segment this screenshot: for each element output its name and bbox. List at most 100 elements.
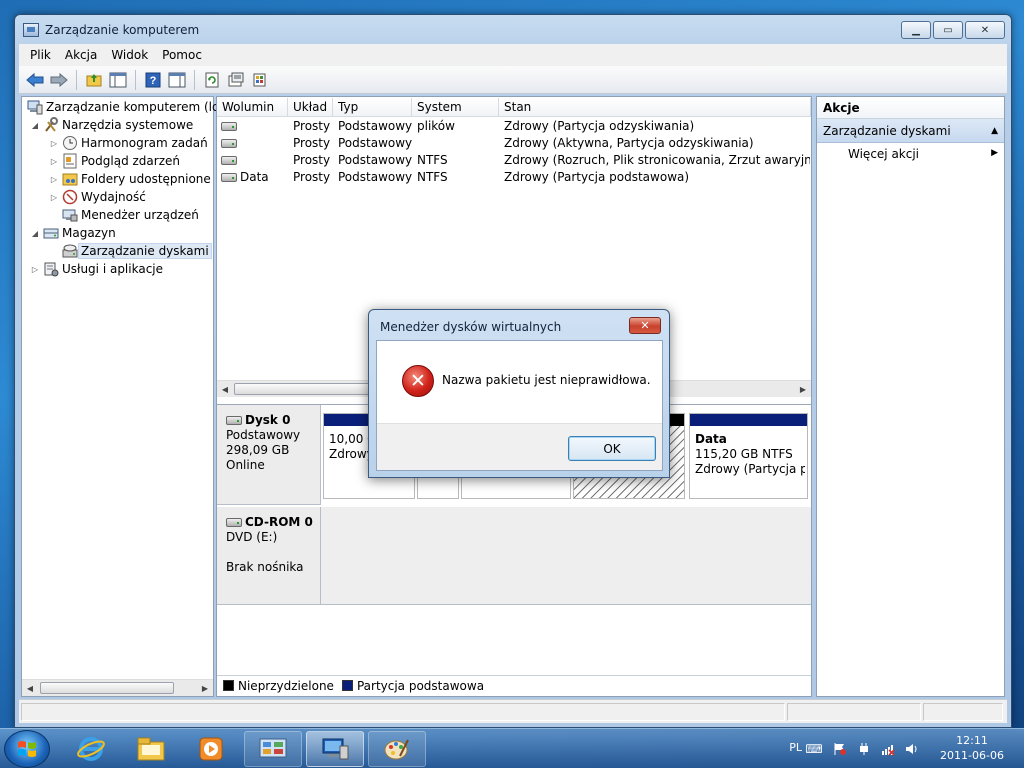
dialog-close-button[interactable]: ✕ bbox=[629, 317, 661, 334]
expand-arrow-icon[interactable]: ▷ bbox=[49, 139, 59, 148]
unallocated-swatch bbox=[223, 680, 234, 691]
tree-horizontal-scrollbar[interactable]: ◀ ▶ bbox=[22, 679, 213, 696]
partition-size: 115,20 GB NTFS bbox=[695, 447, 793, 461]
maximize-button[interactable]: ▭ bbox=[933, 21, 963, 39]
language-indicator[interactable]: PL bbox=[789, 741, 802, 754]
taskbar-windows-explorer[interactable] bbox=[122, 731, 180, 767]
expand-arrow-icon[interactable]: ▷ bbox=[30, 265, 40, 274]
power-plug-icon[interactable] bbox=[856, 741, 872, 757]
column-header-volume[interactable]: Wolumin bbox=[217, 98, 288, 117]
expand-arrow-icon[interactable]: ◢ bbox=[30, 229, 40, 238]
expand-arrow-icon[interactable]: ▷ bbox=[49, 193, 59, 202]
expand-arrow-icon[interactable]: ◢ bbox=[30, 121, 40, 130]
toolbar: ? bbox=[19, 66, 1007, 94]
column-header-status[interactable]: Stan bbox=[499, 98, 811, 117]
column-header-file-system[interactable]: System plików bbox=[412, 98, 499, 133]
error-dialog: Menedżer dysków wirtualnych ✕ ✕ Nazwa pa… bbox=[368, 309, 670, 478]
disk-type: Podstawowy bbox=[226, 428, 301, 442]
submenu-arrow-icon[interactable]: ▶ bbox=[991, 148, 998, 158]
menu-help[interactable]: Pomoc bbox=[155, 48, 209, 62]
taskbar-computer-management[interactable] bbox=[306, 731, 364, 767]
tree-item-computer-management[interactable]: Zarządzanie komputerem (loka bbox=[24, 98, 233, 116]
scrollbar-thumb[interactable] bbox=[40, 682, 174, 694]
forward-icon[interactable] bbox=[49, 70, 69, 90]
layout-cell: Prosty bbox=[293, 119, 331, 133]
partition-status: Zdrowy (Partycja po bbox=[695, 462, 805, 476]
computer-management-icon bbox=[27, 99, 43, 115]
actions-section-disk-management[interactable]: Zarządzanie dyskami ▲ bbox=[817, 119, 1004, 143]
tree-item-label: Foldery udostępnione bbox=[81, 172, 211, 186]
clock[interactable]: 12:11 2011-06-06 bbox=[932, 733, 1012, 763]
partition-data[interactable]: Data 115,20 GB NTFS Zdrowy (Partycja po bbox=[689, 413, 808, 499]
menu-action[interactable]: Akcja bbox=[58, 48, 104, 62]
tree-item-event-viewer[interactable]: ▷ Podgląd zdarzeń bbox=[49, 152, 180, 170]
properties-icon[interactable] bbox=[226, 70, 246, 90]
toolbar-separator bbox=[135, 69, 136, 90]
internet-explorer-icon bbox=[77, 737, 105, 761]
tree-item-label: Usługi i aplikacje bbox=[62, 262, 164, 276]
show-hide-tree-icon[interactable] bbox=[108, 70, 128, 90]
start-button[interactable] bbox=[4, 730, 50, 768]
column-header-layout[interactable]: Układ bbox=[288, 98, 333, 117]
tree-item-label: Menedżer urządzeń bbox=[81, 208, 199, 222]
tree-item-system-tools[interactable]: ◢ Narzędzia systemowe bbox=[30, 116, 193, 134]
cdrom-area bbox=[321, 507, 811, 605]
tree-item-label: Magazyn bbox=[62, 226, 116, 240]
expand-arrow-icon[interactable]: ▷ bbox=[49, 175, 59, 184]
taskbar-control-panel[interactable] bbox=[244, 731, 302, 767]
action-center-flag-icon[interactable] bbox=[832, 741, 848, 757]
minimize-button[interactable]: ▁ bbox=[901, 21, 931, 39]
primary-partition-swatch bbox=[341, 680, 353, 691]
status-cell: Zdrowy (Aktywna, Partycja odzyskiwania) bbox=[504, 136, 754, 150]
tree-item-services-applications[interactable]: ▷ Usługi i aplikacje bbox=[30, 260, 163, 278]
services-icon bbox=[43, 261, 59, 277]
status-cell-3 bbox=[923, 703, 1003, 721]
scroll-left-arrow-icon[interactable]: ◀ bbox=[218, 381, 232, 397]
type-cell: Podstawowy bbox=[338, 119, 413, 133]
tree-item-storage[interactable]: ◢ Magazyn bbox=[30, 224, 116, 242]
scroll-right-arrow-icon[interactable]: ▶ bbox=[796, 381, 810, 397]
disk-0-label[interactable]: Dysk 0 Podstawowy 298,09 GB Online bbox=[217, 405, 321, 505]
menu-file[interactable]: Plik bbox=[23, 48, 58, 62]
back-icon[interactable] bbox=[25, 70, 45, 90]
network-icon[interactable] bbox=[880, 741, 896, 757]
show-hide-action-pane-icon[interactable] bbox=[167, 70, 187, 90]
tree-item-device-manager[interactable]: Menedżer urządzeń bbox=[59, 206, 199, 224]
scroll-right-arrow-icon[interactable]: ▶ bbox=[198, 680, 212, 696]
collapse-arrow-icon[interactable]: ▲ bbox=[991, 119, 998, 143]
up-folder-icon[interactable] bbox=[84, 70, 104, 90]
help-icon[interactable]: ? bbox=[143, 70, 163, 90]
partition-info: Data 115,20 GB NTFS Zdrowy (Partycja po bbox=[695, 432, 805, 477]
export-icon[interactable] bbox=[250, 70, 270, 90]
actions-section-label: Zarządzanie dyskami bbox=[823, 124, 951, 138]
device-manager-icon bbox=[62, 207, 78, 223]
windows-logo-icon bbox=[18, 741, 36, 757]
menu-view[interactable]: Widok bbox=[104, 48, 155, 62]
legend-unallocated: Nieprzydzielone bbox=[238, 678, 334, 693]
tree-item-disk-management[interactable]: Zarządzanie dyskami bbox=[59, 242, 212, 260]
tree-item-performance[interactable]: ▷ Wydajność bbox=[49, 188, 146, 206]
ok-button[interactable]: OK bbox=[568, 436, 656, 461]
tree-item-shared-folders[interactable]: ▷ Foldery udostępnione bbox=[49, 170, 211, 188]
scroll-left-arrow-icon[interactable]: ◀ bbox=[23, 680, 37, 696]
title-bar[interactable]: Zarządzanie komputerem ▁ ▭ ✕ bbox=[15, 15, 1011, 45]
column-header-type[interactable]: Typ bbox=[333, 98, 412, 117]
refresh-icon[interactable] bbox=[202, 70, 222, 90]
cdrom-icon bbox=[226, 518, 242, 527]
disk-name: CD-ROM 0 bbox=[245, 515, 313, 529]
tools-icon bbox=[43, 117, 59, 133]
volume-icon[interactable] bbox=[904, 741, 920, 757]
error-icon: ✕ bbox=[402, 365, 434, 397]
tree-item-task-scheduler[interactable]: ▷ Harmonogram zadań bbox=[49, 134, 208, 152]
expand-arrow-icon[interactable]: ▷ bbox=[49, 157, 59, 166]
cdrom-0-label[interactable]: CD-ROM 0 DVD (E:) Brak nośnika bbox=[217, 507, 321, 605]
type-cell: Podstawowy bbox=[338, 170, 413, 184]
more-actions-item[interactable]: Więcej akcji bbox=[848, 147, 919, 161]
keyboard-icon[interactable]: ⌨ bbox=[805, 741, 822, 757]
taskbar-media-player[interactable] bbox=[182, 731, 240, 767]
taskbar-internet-explorer[interactable] bbox=[62, 731, 120, 767]
taskbar-paint[interactable] bbox=[368, 731, 426, 767]
window-title: Zarządzanie komputerem bbox=[45, 23, 200, 37]
status-cell-main bbox=[21, 703, 785, 721]
close-button[interactable]: ✕ bbox=[965, 21, 1005, 39]
